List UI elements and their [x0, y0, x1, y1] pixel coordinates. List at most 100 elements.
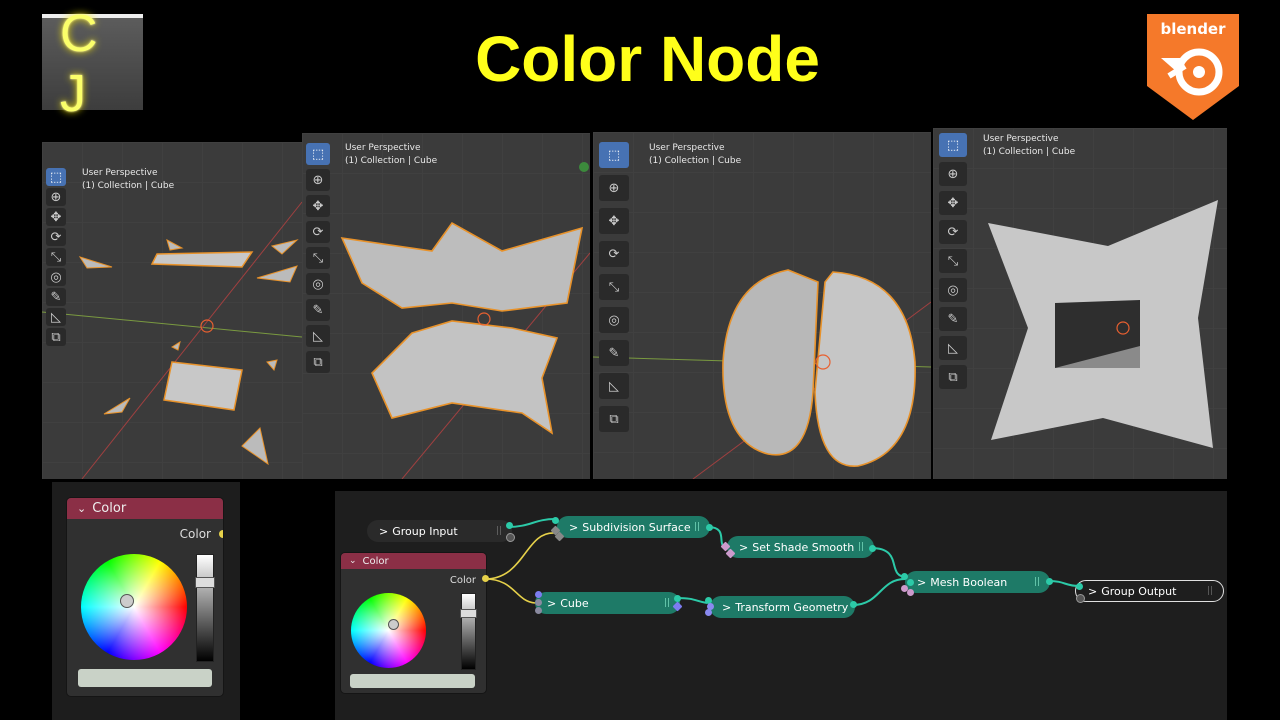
node-editor[interactable]: > Group Input || > Subdivision Surface |… [335, 491, 1227, 720]
measure-icon[interactable]: ◺ [306, 325, 330, 347]
socket[interactable] [506, 533, 515, 542]
transform-geometry-label: Transform Geometry [735, 600, 849, 614]
group-input-label: Group Input [392, 524, 458, 538]
measure-icon[interactable]: ◺ [46, 308, 66, 326]
annotate-icon[interactable]: ✎ [939, 307, 967, 331]
viewport-1-mode: User Perspective [82, 168, 158, 178]
transform-geometry-node[interactable]: > Transform Geometry [710, 596, 855, 618]
subdivision-surface-label: Subdivision Surface [582, 520, 691, 534]
socket[interactable] [1076, 594, 1085, 603]
viewport-4-object: (1) Collection | Cube [983, 147, 1076, 157]
socket[interactable] [1046, 578, 1053, 585]
transform-icon[interactable]: ◎ [599, 307, 629, 333]
subdivision-surface-chevron: > [569, 520, 579, 534]
viewport-1[interactable]: User Perspective (1) Collection | Cube ⬚… [42, 142, 302, 479]
move-icon[interactable]: ✥ [599, 208, 629, 234]
select-box-icon[interactable]: ⬚ [939, 133, 967, 157]
socket[interactable] [907, 579, 914, 586]
color-node-small[interactable]: ⌄ Color Color [341, 553, 486, 693]
collapse-chevron-icon[interactable]: ⌄ [77, 502, 86, 515]
socket[interactable] [535, 607, 542, 614]
socket[interactable] [506, 522, 513, 529]
group-input-grip: || [495, 526, 502, 536]
socket[interactable] [535, 591, 542, 598]
socket[interactable] [1076, 583, 1083, 590]
viewport-1-object: (1) Collection | Cube [82, 181, 175, 191]
value-slider[interactable] [461, 593, 476, 670]
scale-icon[interactable]: ⤡ [939, 249, 967, 273]
group-output-grip: || [1206, 586, 1213, 596]
transform-icon[interactable]: ◎ [939, 278, 967, 302]
value-slider-handle[interactable] [195, 577, 215, 588]
group-input-node[interactable]: > Group Input || [367, 520, 512, 542]
socket[interactable] [901, 573, 908, 580]
scene-split-sphere [593, 269, 931, 479]
measure-icon[interactable]: ◺ [939, 336, 967, 360]
subdivision-surface-node[interactable]: > Subdivision Surface || [557, 516, 710, 538]
cursor-icon[interactable]: ⊕ [599, 175, 629, 201]
socket[interactable] [869, 545, 876, 552]
color-output-socket[interactable] [219, 530, 223, 538]
select-box-icon[interactable]: ⬚ [599, 142, 629, 168]
annotate-icon[interactable]: ✎ [599, 340, 629, 366]
color-wheel[interactable] [81, 554, 187, 660]
color-wheel-cursor[interactable] [120, 594, 134, 608]
mesh-boolean-label: Mesh Boolean [930, 575, 1008, 589]
annotate-icon[interactable]: ✎ [46, 288, 66, 306]
annotate-icon[interactable]: ✎ [306, 299, 330, 321]
add-cube-icon[interactable]: ⧉ [939, 365, 967, 389]
cursor-icon[interactable]: ⊕ [939, 162, 967, 186]
add-cube-icon[interactable]: ⧉ [599, 406, 629, 432]
color-node-large[interactable]: ⌄ Color Color [67, 498, 223, 696]
rotate-icon[interactable]: ⟳ [599, 241, 629, 267]
blender-logo: blender [1147, 14, 1239, 120]
cursor-icon[interactable]: ⊕ [46, 188, 66, 206]
set-shade-smooth-node[interactable]: > Set Shade Smooth || [727, 536, 874, 558]
group-output-node[interactable]: > Group Output || [1075, 580, 1224, 602]
cube-node[interactable]: > Cube || [535, 592, 680, 614]
color-swatch[interactable] [350, 674, 475, 688]
value-slider[interactable] [196, 554, 214, 662]
socket[interactable] [907, 589, 914, 596]
color-wheel[interactable] [351, 593, 426, 668]
move-icon[interactable]: ✥ [46, 208, 66, 226]
mesh-boolean-node[interactable]: > Mesh Boolean || [905, 571, 1050, 593]
mesh-boolean-chevron: > [917, 575, 927, 589]
viewport-2[interactable]: User Perspective (1) Collection | Cube ⬚… [302, 133, 590, 479]
value-slider-handle[interactable] [460, 609, 477, 618]
rotate-icon[interactable]: ⟳ [939, 220, 967, 244]
cursor-icon[interactable]: ⊕ [306, 169, 330, 191]
viewport-3[interactable]: User Perspective (1) Collection | Cube ⬚… [593, 132, 931, 479]
scale-icon[interactable]: ⤡ [46, 248, 66, 266]
color-swatch[interactable] [78, 669, 212, 687]
socket[interactable] [705, 609, 712, 616]
move-icon[interactable]: ✥ [306, 195, 330, 217]
move-icon[interactable]: ✥ [939, 191, 967, 215]
socket[interactable] [552, 517, 559, 524]
viewport-4[interactable]: User Perspective (1) Collection | Cube ⬚… [933, 128, 1227, 479]
socket[interactable] [706, 524, 713, 531]
scale-icon[interactable]: ⤡ [599, 274, 629, 300]
add-cube-icon[interactable]: ⧉ [46, 328, 66, 346]
color-node-small-header: Color [362, 555, 389, 567]
measure-icon[interactable]: ◺ [599, 373, 629, 399]
rotate-icon[interactable]: ⟳ [306, 221, 330, 243]
color-output-socket[interactable] [482, 575, 489, 582]
socket[interactable] [535, 599, 542, 606]
set-shade-smooth-chevron: > [739, 540, 749, 554]
transform-icon[interactable]: ◎ [46, 268, 66, 286]
mesh-boolean-grip: || [1033, 577, 1040, 587]
collapse-chevron-icon[interactable]: ⌄ [349, 556, 357, 566]
add-cube-icon[interactable]: ⧉ [306, 351, 330, 373]
select-box-icon[interactable]: ⬚ [46, 168, 66, 186]
rotate-icon[interactable]: ⟳ [46, 228, 66, 246]
transform-icon[interactable]: ◎ [306, 273, 330, 295]
socket[interactable] [850, 601, 857, 608]
select-box-icon[interactable]: ⬚ [306, 143, 330, 165]
group-output-chevron: > [1088, 584, 1098, 598]
scale-icon[interactable]: ⤡ [306, 247, 330, 269]
color-wheel-cursor[interactable] [388, 619, 399, 630]
group-output-label: Group Output [1101, 584, 1177, 598]
viewport-3-mode: User Perspective [649, 143, 725, 153]
transform-geometry-chevron: > [722, 600, 732, 614]
